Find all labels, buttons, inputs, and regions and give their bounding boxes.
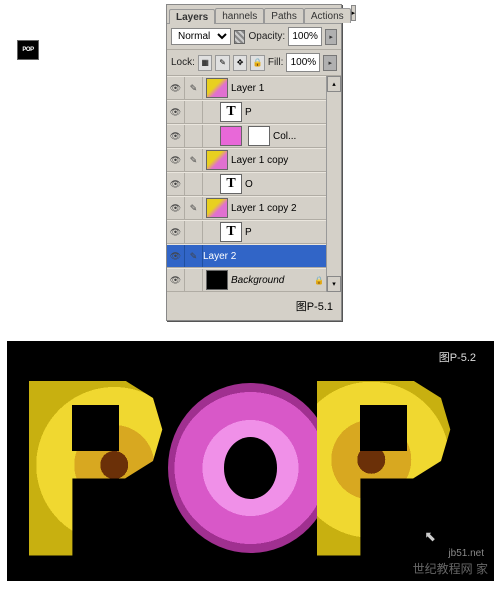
scroll-up-icon[interactable]: ▴ (327, 76, 341, 92)
visibility-icon[interactable]: 👁 (167, 149, 185, 171)
layer-row[interactable]: 👁 T P (167, 100, 326, 124)
visibility-icon[interactable]: 👁 (167, 245, 185, 267)
layer-row[interactable]: 👁 T O (167, 172, 326, 196)
layer-name[interactable]: O (245, 179, 326, 190)
layer-row[interactable]: 👁 ✎ Layer 1 copy (167, 148, 326, 172)
layer-row[interactable]: 👁 Col... (167, 124, 326, 148)
blend-swatch-icon (234, 30, 245, 44)
watermark: jb51.net (448, 548, 484, 559)
visibility-icon[interactable]: 👁 (167, 269, 185, 291)
figure-caption: 图P-5.1 (167, 292, 341, 320)
link-icon[interactable]: ✎ (185, 149, 203, 171)
layer-thumb[interactable] (206, 270, 228, 290)
visibility-icon[interactable]: 👁 (167, 197, 185, 219)
type-layer-icon[interactable]: T (220, 222, 242, 242)
link-box[interactable] (185, 101, 203, 123)
tab-channels[interactable]: hannels (215, 8, 264, 23)
cursor-icon: ⬉ (424, 528, 436, 545)
opacity-flyout-icon[interactable]: ▸ (325, 29, 337, 45)
scroll-down-icon[interactable]: ▾ (327, 276, 341, 292)
link-icon[interactable]: ✎ (185, 245, 203, 267)
letter-p (317, 381, 472, 556)
lock-label: Lock: (171, 57, 195, 68)
fill-flyout-icon[interactable]: ▸ (323, 55, 337, 71)
layer-row[interactable]: 👁 ✎ Layer 1 copy 2 (167, 196, 326, 220)
tab-actions[interactable]: Actions (304, 8, 351, 23)
visibility-icon[interactable]: 👁 (167, 77, 185, 99)
tab-paths[interactable]: Paths (264, 8, 304, 23)
link-icon[interactable]: ✎ (185, 197, 203, 219)
opacity-field[interactable] (288, 27, 322, 46)
layer-name[interactable]: Layer 1 copy 2 (231, 203, 326, 214)
visibility-icon[interactable]: 👁 (167, 101, 185, 123)
panel-menu-icon[interactable]: ▸ (351, 5, 357, 21)
blend-row: Normal Opacity: ▸ (167, 24, 341, 50)
layer-thumb[interactable] (206, 78, 228, 98)
layer-name[interactable]: Layer 1 (231, 83, 326, 94)
link-box[interactable] (185, 221, 203, 243)
blend-mode-select[interactable]: Normal (171, 28, 231, 45)
layer-row[interactable]: 👁 Background 🔒 (167, 268, 326, 292)
mask-thumb[interactable] (248, 126, 270, 146)
link-box[interactable] (185, 173, 203, 195)
link-icon[interactable]: ✎ (185, 77, 203, 99)
fill-thumb[interactable] (220, 126, 242, 146)
figure-caption: 图P-5.2 (439, 349, 476, 365)
layer-thumb[interactable]: POP (17, 40, 39, 60)
link-box[interactable] (185, 125, 203, 147)
type-layer-icon[interactable]: T (220, 174, 242, 194)
type-layer-icon[interactable]: T (220, 102, 242, 122)
layer-row-selected[interactable]: 👁 ✎ POP Layer 2 (167, 244, 326, 268)
lock-pixels-icon[interactable]: ✎ (215, 55, 229, 71)
letter-p (29, 381, 184, 556)
opacity-label: Opacity: (248, 31, 285, 42)
visibility-icon[interactable]: 👁 (167, 221, 185, 243)
result-canvas: 图P-5.2 ⬉ jb51.net 世纪教程网 家 (7, 341, 494, 581)
layers-scrollbar[interactable]: ▴ ▾ (326, 76, 341, 292)
layer-thumb[interactable] (206, 198, 228, 218)
lock-indicator-icon: 🔒 (312, 276, 326, 285)
layer-name[interactable]: Col... (273, 131, 326, 142)
layers-panel: Layers hannels Paths Actions ▸ Normal Op… (166, 4, 342, 321)
layer-name[interactable]: Background (231, 275, 312, 286)
fill-field[interactable] (286, 53, 320, 72)
tab-layers[interactable]: Layers (169, 9, 215, 24)
lock-transparency-icon[interactable]: ▦ (198, 55, 212, 71)
link-box[interactable] (185, 269, 203, 291)
letter-o (168, 383, 333, 553)
layer-row[interactable]: 👁 T P (167, 220, 326, 244)
layer-name[interactable]: P (245, 107, 326, 118)
layer-name[interactable]: Layer 2 (203, 251, 326, 262)
layer-name[interactable]: Layer 1 copy (231, 155, 326, 166)
pop-text-art (21, 381, 480, 555)
fill-label: Fill: (268, 57, 284, 68)
layer-row[interactable]: 👁 ✎ Layer 1 (167, 76, 326, 100)
panel-tabs: Layers hannels Paths Actions ▸ (167, 5, 341, 24)
visibility-icon[interactable]: 👁 (167, 173, 185, 195)
lock-row: Lock: ▦ ✎ ✥ 🔒 Fill: ▸ (167, 50, 341, 76)
layer-thumb[interactable] (206, 150, 228, 170)
visibility-icon[interactable]: 👁 (167, 125, 185, 147)
lock-all-icon[interactable]: 🔒 (250, 55, 264, 71)
watermark: 世纪教程网 家 (413, 560, 488, 577)
layers-list: 👁 ✎ Layer 1 👁 T P 👁 Col... (167, 76, 326, 292)
layer-name[interactable]: P (245, 227, 326, 238)
lock-position-icon[interactable]: ✥ (233, 55, 247, 71)
